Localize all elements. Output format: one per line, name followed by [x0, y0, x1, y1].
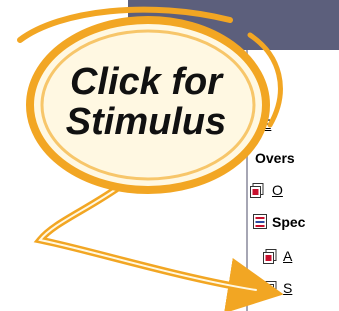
document-icon[interactable] — [263, 249, 277, 264]
document-icon[interactable] — [263, 281, 277, 296]
callout-line-1[interactable]: Click for — [58, 62, 234, 102]
navigation-tree — [246, 50, 339, 311]
tree-link-a[interactable]: A — [283, 248, 292, 264]
document-icon[interactable] — [250, 183, 264, 198]
section-icon[interactable] — [253, 214, 267, 229]
tree-section-overs[interactable]: Overs — [255, 150, 295, 166]
tree-link-e[interactable]: E — [262, 116, 271, 132]
tree-link-s[interactable]: S — [283, 280, 292, 296]
callout-line-2[interactable]: Stimulus — [58, 102, 234, 142]
top-toolbar — [128, 0, 339, 50]
callout-text[interactable]: Click for Stimulus — [58, 62, 234, 142]
tree-section-spec[interactable]: Spec — [272, 214, 305, 230]
tree-link-o[interactable]: O — [272, 182, 283, 198]
